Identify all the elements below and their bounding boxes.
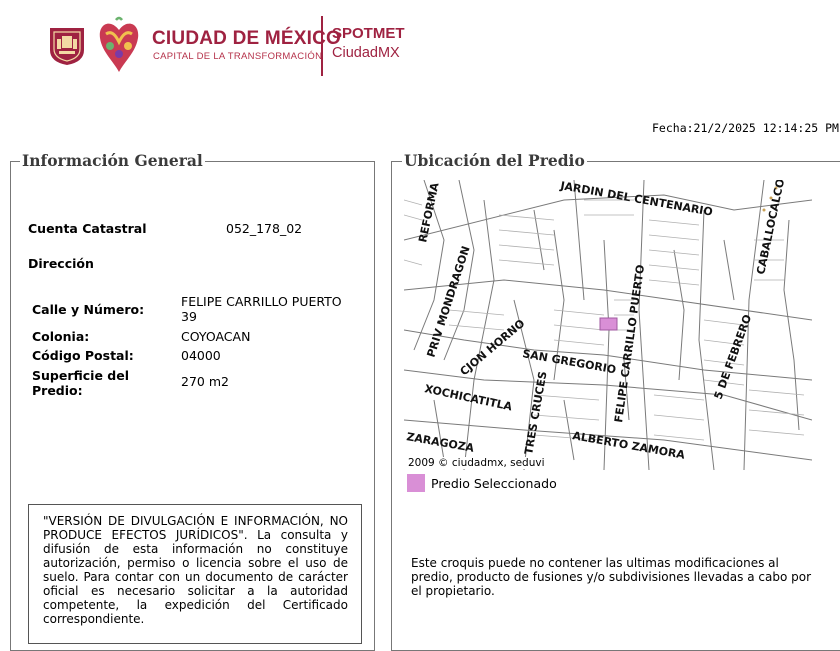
brand-ciudadmx: CiudadMX [332, 45, 400, 61]
page-header: CIUDAD DE MÉXICO CAPITAL DE LA TRANSFORM… [0, 0, 840, 90]
report-date: Fecha:21/2/2025 12:14:25 PM [652, 121, 839, 135]
selected-parcel-label: Predio Seleccionado [431, 476, 557, 491]
general-info-legend: Información General [20, 151, 205, 170]
selected-parcel [599, 317, 618, 331]
heart-logo-icon [99, 16, 139, 72]
cdmx-crest-icon [50, 28, 84, 65]
cp-value: 04000 [181, 348, 221, 363]
map-copyright: 2009 © ciudadmx, seduvi [406, 457, 547, 469]
direccion-label: Dirección [28, 256, 94, 271]
superficie-label-line1: Superficie del [32, 368, 129, 383]
superficie-value: 270 m2 [181, 374, 229, 389]
superficie-label-line2: Predio: [32, 383, 83, 398]
logo-divider [321, 16, 323, 76]
colonia-label: Colonia: [32, 329, 90, 344]
location-legend: Ubicación del Predio [402, 151, 587, 170]
colonia-value: COYOACAN [181, 329, 251, 344]
map-note: Este croquis puede no contener las ultim… [411, 556, 812, 598]
selected-parcel-swatch [407, 474, 425, 492]
calle-value-line1: FELIPE CARRILLO PUERTO [181, 294, 342, 309]
parcel-map[interactable]: JARDIN DEL CENTENARIO REFORMA PRIV MONDR… [404, 180, 812, 470]
calle-value-line2: 39 [181, 309, 197, 324]
logo-subtitle: CAPITAL DE LA TRANSFORMACIÓN [153, 51, 323, 62]
calle-label: Calle y Número: [32, 302, 145, 317]
legal-disclaimer: "VERSIÓN DE DIVULGACIÓN E INFORMACIÓN, N… [28, 504, 362, 644]
map-svg: JARDIN DEL CENTENARIO REFORMA PRIV MONDR… [404, 180, 812, 470]
cuenta-label: Cuenta Catastral [28, 221, 147, 236]
logo-title: CIUDAD DE MÉXICO [152, 28, 341, 49]
cp-label: Código Postal: [32, 348, 134, 363]
cuenta-value: 052_178_02 [226, 221, 303, 236]
brand-spotmet: SPOTMET [332, 25, 405, 42]
